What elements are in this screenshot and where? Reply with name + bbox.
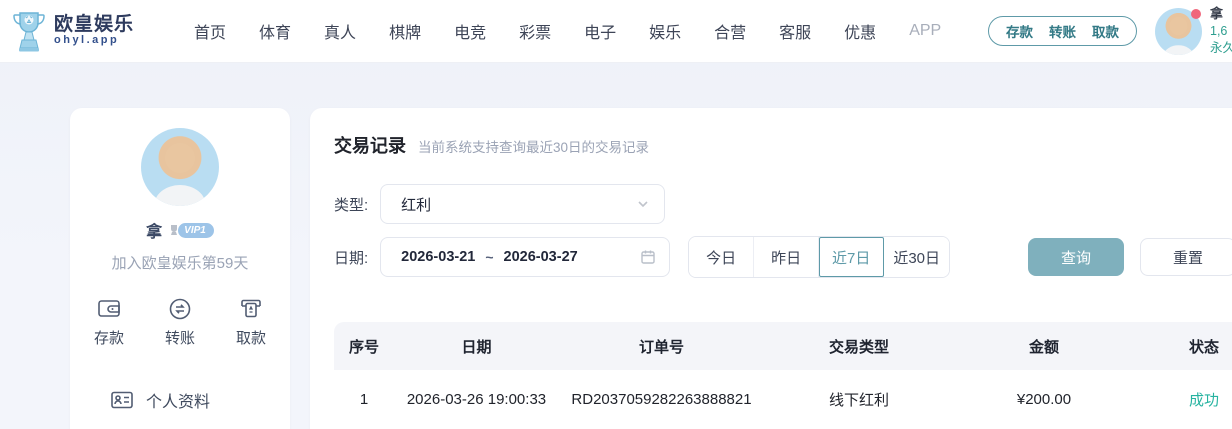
quick-range-30days[interactable]: 近30日: [884, 237, 950, 277]
vip-badge: VIP1: [167, 222, 214, 238]
page: 欧皇娱乐 ohyl.app 首页 体育 真人 棋牌 电竞 彩票 电子 娱乐 合营…: [0, 0, 1232, 429]
transactions-table: 序号 日期 订单号 交易类型 金额 状态 1 2026-03-26 19:00:…: [334, 322, 1232, 428]
page-subtitle: 当前系统支持查询最近30日的交易记录: [418, 140, 650, 155]
quick-range-7days[interactable]: 近7日: [819, 237, 885, 277]
header-withdraw-button[interactable]: 取款: [1092, 21, 1119, 41]
notification-dot: [1191, 8, 1201, 19]
site-logo[interactable]: 欧皇娱乐 ohyl.app: [10, 9, 134, 53]
sidebar-withdraw-label: 取款: [235, 330, 266, 347]
cell-order-no: RD2037059282263888821: [571, 390, 752, 408]
nav-app[interactable]: APP: [909, 22, 941, 40]
transfer-icon: [167, 297, 193, 321]
col-amount: 金额: [1028, 338, 1059, 356]
sidebar-transfer-button[interactable]: 转账: [165, 297, 195, 348]
nav-cards[interactable]: 棋牌: [389, 19, 421, 43]
nav-entertainment[interactable]: 娱乐: [649, 19, 681, 43]
header-user-info[interactable]: 拿 1,6 永久: [1210, 5, 1232, 56]
avatar-image: [154, 143, 206, 206]
quick-range-yesterday[interactable]: 昨日: [754, 237, 820, 277]
calendar-icon: [640, 249, 656, 265]
sidebar-transfer-label: 转账: [164, 330, 195, 347]
cell-type: 线下红利: [828, 391, 889, 409]
date-start-value: 2026-03-21: [401, 249, 476, 265]
logo-title: 欧皇娱乐: [54, 14, 135, 36]
query-button[interactable]: 查询: [1028, 238, 1124, 276]
date-range-picker[interactable]: 2026-03-21 ~ 2026-03-27: [380, 237, 671, 277]
profile-username: 拿: [146, 224, 163, 241]
profile-avatar[interactable]: [141, 128, 219, 206]
header-balance: 1,6: [1210, 23, 1228, 38]
id-card-icon: [110, 390, 134, 410]
nav-promotions[interactable]: 优惠: [844, 19, 876, 43]
status-badge: 成功: [1188, 391, 1219, 409]
date-separator: ~: [485, 249, 494, 265]
nav-live[interactable]: 真人: [324, 19, 356, 43]
col-date: 日期: [461, 338, 492, 356]
page-title: 交易记录: [334, 136, 406, 156]
sidebar-profile-label: 个人资料: [146, 394, 211, 411]
type-select[interactable]: 红利: [380, 184, 666, 224]
wallet-actions-pill: 存款 转账 取款: [988, 16, 1137, 46]
profile-sidebar: 拿 VIP1 加入欧皇娱乐第59天 存款 转账 取款 个人资料: [70, 108, 290, 429]
col-order-no: 订单号: [638, 338, 684, 356]
col-status: 状态: [1188, 338, 1219, 356]
sidebar-deposit-label: 存款: [94, 330, 125, 347]
top-header: 欧皇娱乐 ohyl.app 首页 体育 真人 棋牌 电竞 彩票 电子 娱乐 合营…: [0, 0, 1232, 63]
table-header-row: 序号 日期 订单号 交易类型 金额 状态: [334, 322, 1232, 370]
cell-date: 2026-03-26 19:00:33: [406, 390, 547, 408]
cell-index: 1: [359, 390, 369, 408]
type-filter-row: 类型: 红利: [334, 184, 1232, 224]
sidebar-quick-actions: 存款 转账 取款: [70, 297, 290, 348]
table-row: 1 2026-03-26 19:00:33 RD2037059282263888…: [334, 370, 1232, 428]
date-label: 日期:: [334, 249, 369, 267]
trophy-logo-icon: [10, 9, 48, 53]
sidebar-menu: 个人资料 VIP特权: [70, 374, 290, 429]
join-days-text: 加入欧皇娱乐第59天: [111, 255, 249, 272]
date-end-value: 2026-03-27: [503, 249, 578, 265]
header-deposit-button[interactable]: 存款: [1006, 21, 1033, 41]
date-filter-row: 日期: 2026-03-21 ~ 2026-03-27 今日 昨日 近7日 近3…: [334, 236, 1232, 278]
logo-text: 欧皇娱乐 ohyl.app: [54, 15, 134, 46]
sidebar-deposit-button[interactable]: 存款: [94, 297, 124, 348]
transaction-records-panel: 交易记录 当前系统支持查询最近30日的交易记录 类型: 红利 日期: 2026-…: [310, 108, 1232, 429]
nav-support[interactable]: 客服: [779, 19, 811, 43]
header-transfer-button[interactable]: 转账: [1049, 21, 1076, 41]
type-label: 类型:: [334, 196, 369, 214]
header-avatar[interactable]: [1155, 7, 1202, 55]
withdraw-icon: [238, 297, 264, 321]
nav-lottery[interactable]: 彩票: [519, 19, 551, 43]
header-username: 拿: [1210, 6, 1224, 22]
sidebar-withdraw-button[interactable]: 取款: [236, 297, 266, 348]
nav-slots[interactable]: 电子: [584, 19, 616, 43]
quick-range-today[interactable]: 今日: [689, 237, 755, 277]
nav-esports[interactable]: 电竞: [454, 19, 486, 43]
cell-amount: ¥200.00: [1016, 390, 1072, 408]
wallet-icon: [96, 297, 122, 321]
type-select-value: 红利: [401, 196, 432, 214]
reset-button[interactable]: 重置: [1140, 238, 1232, 276]
sidebar-item-profile[interactable]: 个人资料: [70, 374, 290, 426]
header-perm-text: 永久: [1210, 40, 1232, 55]
nav-sports[interactable]: 体育: [259, 19, 291, 43]
quick-range-group: 今日 昨日 近7日 近30日: [688, 236, 951, 278]
main-nav: 首页 体育 真人 棋牌 电竞 彩票 电子 娱乐 合营 客服 优惠 APP: [194, 19, 941, 43]
col-type: 交易类型: [828, 338, 889, 356]
nav-home[interactable]: 首页: [194, 19, 226, 43]
vip-level-label: VIP1: [178, 222, 214, 238]
nav-affiliate[interactable]: 合营: [714, 19, 746, 43]
logo-domain: ohyl.app: [54, 34, 120, 47]
chevron-down-icon: [636, 197, 650, 211]
col-index: 序号: [348, 338, 379, 356]
